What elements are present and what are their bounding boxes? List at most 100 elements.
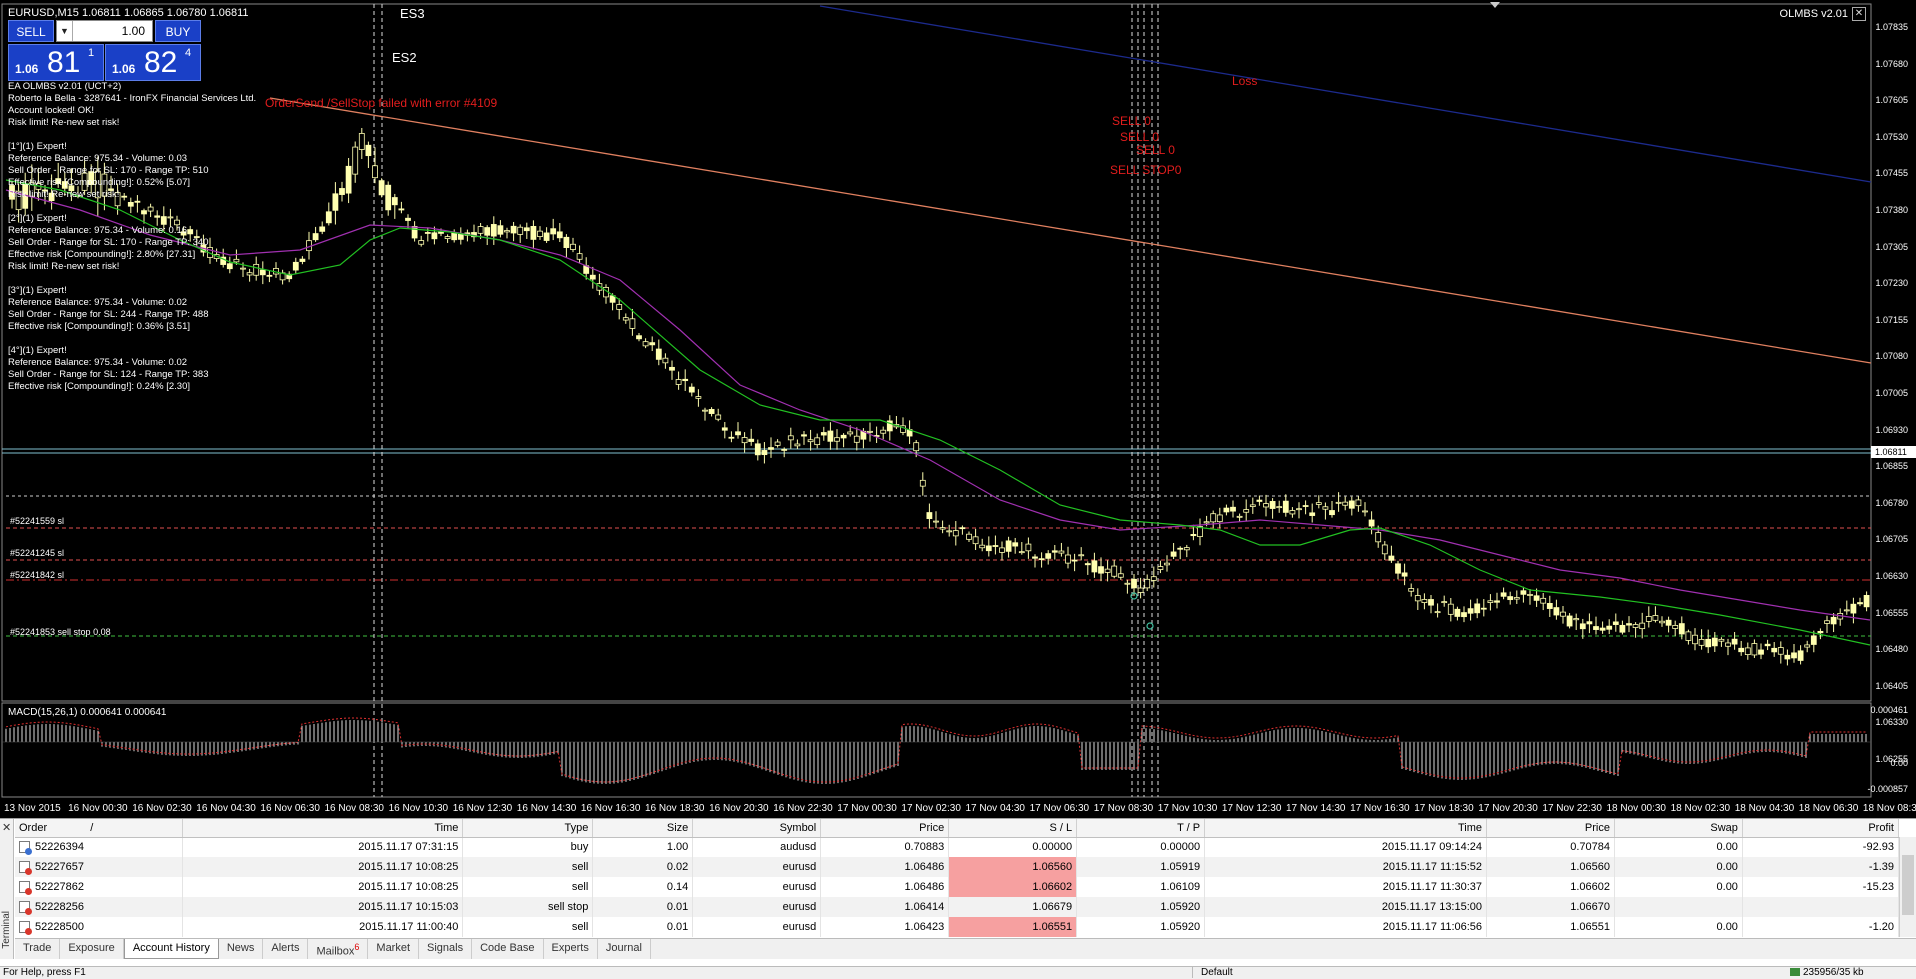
candle-body: [1810, 635, 1817, 645]
price-tick-label: 1.07005: [1875, 388, 1908, 398]
tab-exposure[interactable]: Exposure: [60, 939, 124, 959]
tab-market[interactable]: Market: [368, 939, 420, 959]
candle-body: [266, 274, 273, 277]
column-header-profit[interactable]: Profit: [1742, 819, 1900, 838]
candle-body: [682, 378, 689, 382]
candle-body: [999, 547, 1005, 553]
candle-body: [1593, 626, 1599, 630]
column-header-time[interactable]: Time: [182, 819, 464, 838]
column-header-sl[interactable]: S / L: [948, 819, 1078, 838]
tab-account-history[interactable]: Account History: [123, 939, 219, 959]
candle-body: [787, 435, 794, 441]
candle-body: [1071, 559, 1078, 562]
lot-size-input[interactable]: [75, 22, 145, 40]
column-header-tp[interactable]: T / P: [1076, 819, 1206, 838]
table-row[interactable]: 52228256 2015.11.17 10:15:03 sell stop 0.01…: [15, 897, 1900, 917]
tab-signals[interactable]: Signals: [419, 939, 473, 959]
sell-price-button[interactable]: 1.06 81 1: [8, 44, 104, 81]
order-line-label[interactable]: #52241559 sl: [10, 516, 64, 526]
candle-body: [1183, 547, 1190, 551]
lot-size-control[interactable]: ▼: [56, 20, 153, 42]
vertical-scrollbar[interactable]: [1899, 837, 1916, 937]
tab-mailbox[interactable]: Mailbox6: [308, 939, 369, 959]
candle-body: [1857, 602, 1863, 605]
column-header-price[interactable]: Price: [820, 819, 950, 838]
candle-body: [1249, 504, 1256, 507]
candle-body: [457, 233, 464, 240]
cell-type: sell stop: [462, 897, 594, 917]
candle-body: [319, 226, 326, 232]
candle-body: [1560, 611, 1566, 617]
tab-trade[interactable]: Trade: [15, 939, 61, 959]
chevron-down-icon[interactable]: ▼: [57, 21, 73, 41]
price-tick-label: 1.07080: [1875, 351, 1908, 362]
column-header-swap[interactable]: Swap: [1614, 819, 1743, 838]
time-tick-label: 13 Nov 2015: [4, 803, 61, 814]
buy-button[interactable]: BUY: [155, 20, 201, 42]
column-header-symbol[interactable]: Symbol: [692, 819, 822, 838]
candle-body: [484, 227, 491, 236]
expert-comment-block: EA OLMBS v2.01 (UCT+2) Roberto la Bella -…: [8, 81, 256, 393]
sell-button[interactable]: SELL: [8, 20, 54, 42]
candle-body: [1263, 503, 1269, 508]
macd-title: MACD(15,26,1) 0.000641 0.000641: [8, 707, 167, 718]
cell-tp: 1.05919: [1076, 857, 1206, 877]
price-tick-label: 1.06405: [1875, 680, 1908, 691]
candle-body: [1863, 595, 1870, 608]
table-row[interactable]: 52227862 2015.11.17 10:08:25 sell 0.14 eurus…: [15, 877, 1900, 897]
candle-body: [477, 226, 484, 234]
column-header-type[interactable]: Type: [462, 819, 594, 838]
expert-comment-line: [1°](1) Expert!: [8, 141, 67, 152]
candle-body: [1302, 505, 1309, 507]
tab-alerts[interactable]: Alerts: [263, 939, 309, 959]
tab-code-base[interactable]: Code Base: [472, 939, 544, 959]
time-tick-label: 16 Nov 00:30: [68, 803, 128, 814]
candle-body: [1850, 603, 1857, 614]
tab-experts[interactable]: Experts: [544, 939, 598, 959]
tab-label: Mailbox: [316, 945, 355, 958]
chart-canvas[interactable]: [0, 0, 1916, 817]
column-header-close-price[interactable]: Price: [1486, 819, 1615, 838]
price-tick-label: 1.07155: [1875, 314, 1908, 325]
column-header-close-time[interactable]: Time: [1204, 819, 1488, 838]
buy-price-button[interactable]: 1.06 82 4: [105, 44, 201, 81]
scrollbar-thumb[interactable]: [1902, 855, 1914, 915]
candle-body: [985, 545, 992, 552]
order-line-label[interactable]: #52241245 sl: [10, 548, 64, 558]
candle-body: [424, 232, 431, 234]
candle-body: [946, 530, 953, 533]
sort-indicator-icon: /: [90, 821, 94, 834]
price-tick-label: 1.07305: [1875, 241, 1908, 252]
price-tick-label: 1.06855: [1875, 461, 1908, 472]
candle-body: [702, 409, 708, 412]
order-type-icon: [19, 881, 32, 896]
profile-name[interactable]: Default: [1192, 967, 1372, 978]
chart-shift-marker[interactable]: [1490, 2, 1500, 8]
candle-body: [801, 434, 807, 437]
tab-journal[interactable]: Journal: [598, 939, 651, 959]
table-row[interactable]: 52227657 2015.11.17 10:08:25 sell 0.02 eurus…: [15, 857, 1900, 877]
candle-body: [1612, 621, 1619, 625]
close-icon[interactable]: ✕: [1852, 7, 1866, 21]
cell-order: 52227657: [15, 857, 184, 877]
price-tick-label: 1.06780: [1875, 497, 1908, 508]
candle-body: [1117, 573, 1124, 578]
time-tick-label: 16 Nov 20:30: [709, 803, 769, 814]
close-icon[interactable]: ✕: [2, 821, 11, 834]
candle-body: [1672, 625, 1679, 629]
terminal-sidebar: ✕ Terminal: [0, 819, 14, 959]
candle-body: [1725, 642, 1731, 647]
order-line-label[interactable]: #52241842 sl: [10, 570, 64, 580]
macd-tick-label: 0.00: [1890, 758, 1908, 768]
order-line-label[interactable]: #52241853 sell stop 0.08: [10, 627, 111, 637]
buy-price-fraction: 4: [185, 47, 192, 59]
column-header-order[interactable]: Order /: [15, 819, 184, 838]
price-chart[interactable]: EURUSD,M15 1.06811 1.06865 1.06780 1.068…: [0, 0, 1916, 817]
connection-status[interactable]: 235956/35 kb: [1790, 967, 1864, 978]
expert-comment-line: Sell Order - Range for SL: 124 - Range T…: [8, 369, 209, 380]
label-loss: Loss: [1232, 74, 1258, 88]
table-row[interactable]: 52226394 2015.11.17 07:31:15 buy 1.00 audusd…: [15, 837, 1900, 857]
table-row[interactable]: 52228500 2015.11.17 11:00:40 sell 0.01 eurus…: [15, 917, 1900, 937]
column-header-size[interactable]: Size: [592, 819, 694, 838]
tab-news[interactable]: News: [219, 939, 264, 959]
